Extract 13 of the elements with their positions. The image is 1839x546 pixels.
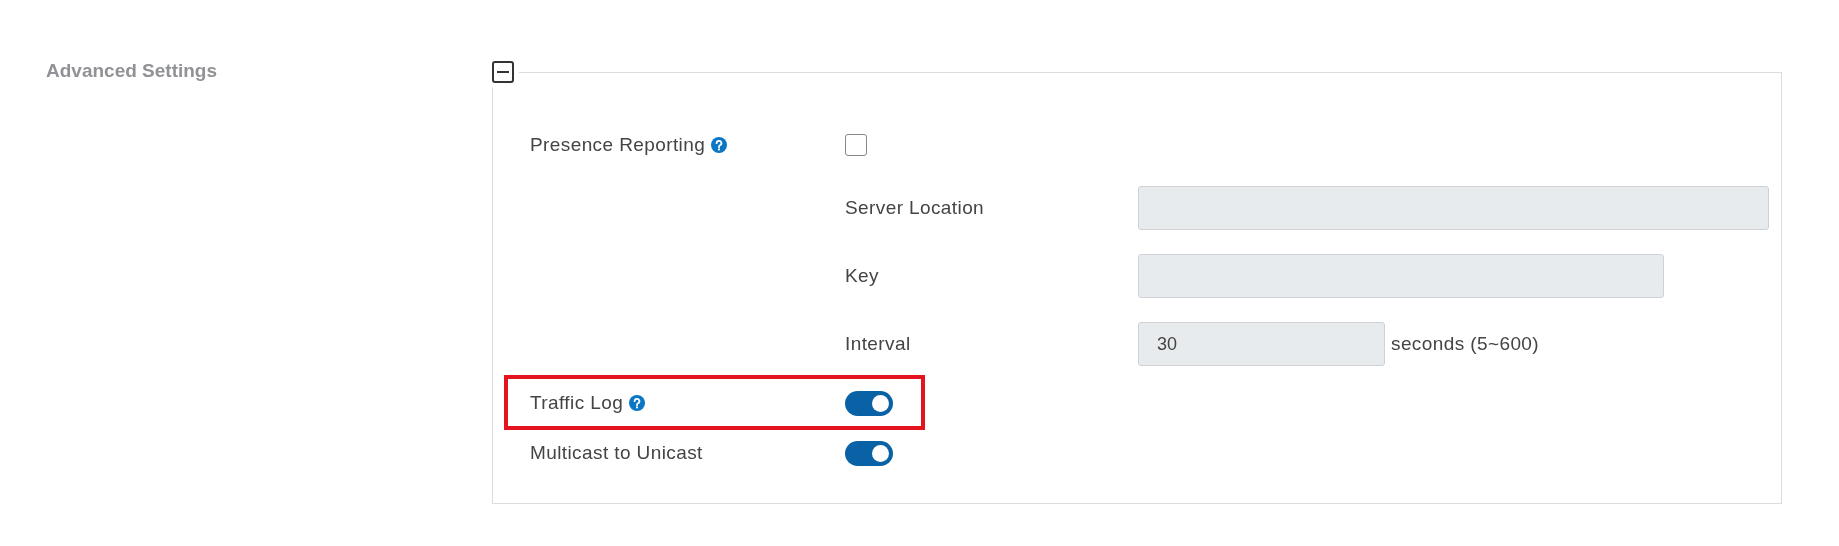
help-icon[interactable] — [711, 137, 728, 153]
field-label: Server Location — [845, 197, 986, 219]
help-icon[interactable] — [629, 395, 646, 411]
field-label: Interval — [845, 333, 912, 355]
setting-label: Presence Reporting — [530, 134, 706, 156]
toggle-switch[interactable] — [845, 440, 893, 466]
setting-label: Multicast to Unicast — [530, 442, 703, 464]
toggle-switch[interactable] — [845, 390, 893, 416]
unit-hint: seconds (5~600) — [1391, 333, 1540, 355]
setting-label: Traffic Log — [530, 392, 624, 414]
section-title: Advanced Settings — [46, 61, 219, 81]
checkbox[interactable] — [845, 134, 867, 156]
field-label: Key — [845, 265, 880, 287]
